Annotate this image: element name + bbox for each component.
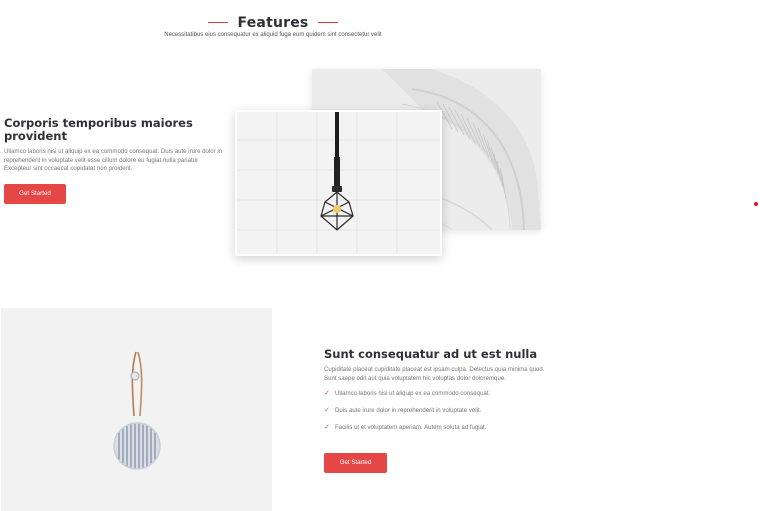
section-title: Features — [237, 14, 309, 31]
feature-two-get-started-button[interactable]: Get Started — [324, 453, 387, 473]
list-item: ✓ Duis aute irure dolor in reprehenderit… — [324, 407, 549, 424]
list-item-text: Facilis ut et voluptatem aperiam. Autem … — [335, 424, 487, 432]
feature-one-get-started-button[interactable]: Get Started — [4, 184, 66, 204]
feature-one-heading: Corporis temporibus maiores provident — [4, 116, 193, 143]
list-item: ✓ Facilis ut et voluptatem aperiam. Aute… — [324, 424, 549, 441]
list-item-text: Ullamco laboris nisi ut aliquip ex ea co… — [335, 390, 491, 398]
feature-two-text: Sunt consequatur ad ut est nulla Cupidit… — [324, 347, 549, 441]
pendant-lamp-illustration — [237, 112, 440, 254]
check-icon: ✓ — [324, 390, 330, 398]
hanging-speaker-illustration — [1, 308, 272, 511]
feature-one-body: Ullamco laboris nisi ut aliquip ex ea co… — [4, 148, 223, 173]
section-subtitle: Necessitatibus eius consequatur ex aliqu… — [164, 32, 382, 38]
slide-indicator-dot — [754, 202, 758, 206]
feature-one-text: Corporis temporibus maiores provident Ul… — [4, 117, 224, 174]
feature-two-list: ✓ Ullamco laboris nisi ut aliquip ex ea … — [324, 390, 549, 441]
title-rule-right — [318, 22, 339, 23]
list-item: ✓ Ullamco laboris nisi ut aliquip ex ea … — [324, 390, 549, 407]
speaker-image — [1, 308, 272, 511]
check-icon: ✓ — [324, 407, 330, 415]
section-title-wrap: Features — [207, 14, 339, 31]
feature-two-body: Cupiditate placeat cupiditate placeat es… — [324, 366, 545, 382]
list-item-text: Duis aute irure dolor in reprehenderit i… — [335, 407, 482, 415]
title-rule-left — [207, 22, 228, 23]
pendant-lamp-image — [235, 110, 442, 256]
feature-two-heading: Sunt consequatur ad ut est nulla — [324, 347, 538, 361]
check-icon: ✓ — [324, 424, 330, 432]
section-header: Features — [0, 10, 546, 31]
